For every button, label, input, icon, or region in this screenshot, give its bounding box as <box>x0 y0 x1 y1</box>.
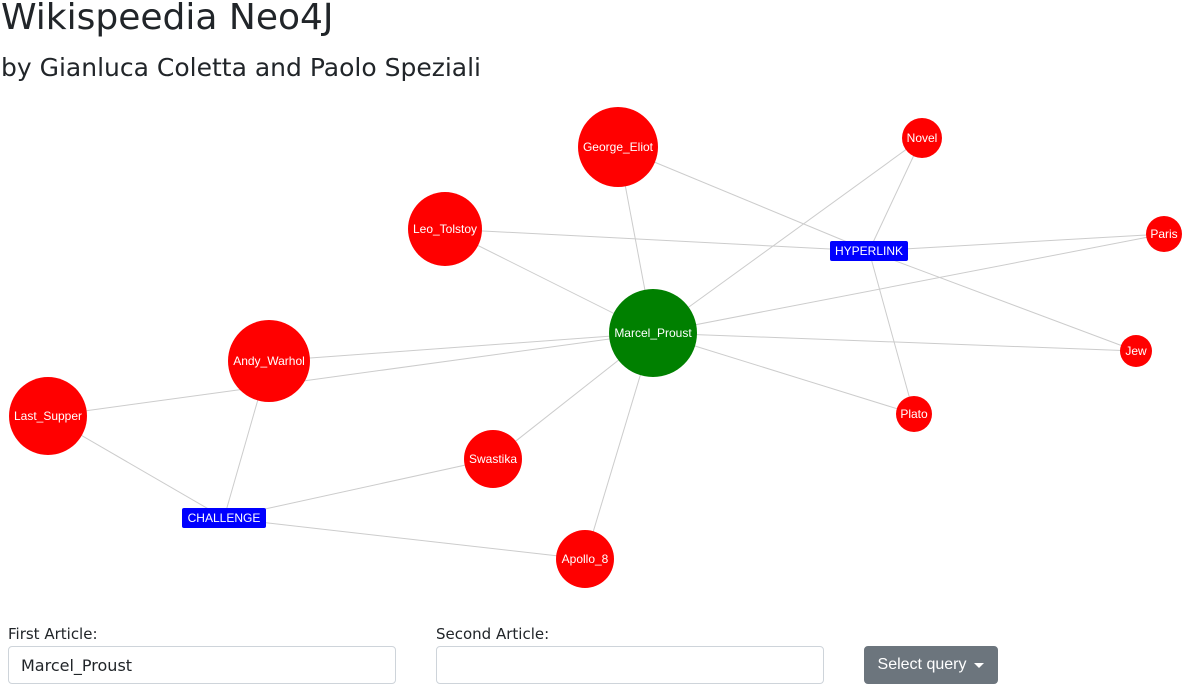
graph-node-label: HYPERLINK <box>835 244 903 258</box>
graph-node-label: Last_Supper <box>14 409 82 423</box>
graph-node-label: George_Eliot <box>583 140 654 154</box>
graph-node-george_eliot[interactable]: George_Eliot <box>578 107 658 187</box>
graph-node-jew[interactable]: Jew <box>1120 335 1152 367</box>
graph-node-label: Swastika <box>469 452 517 466</box>
second-article-label: Second Article: <box>436 625 550 643</box>
graph-edge-marcel_proust-jew <box>652 332 1137 352</box>
graph-node-label: Apollo_8 <box>562 552 609 566</box>
graph-edge-novel-marcel_proust <box>652 137 923 334</box>
graph-edge-george_eliot-hyperlink <box>617 146 870 252</box>
select-query-button[interactable]: Select query <box>864 646 998 684</box>
graph-node-label: Novel <box>907 131 938 145</box>
graph-node-plato[interactable]: Plato <box>896 396 932 432</box>
graph-edge-hyperlink-plato <box>868 250 915 415</box>
graph-node-label: CHALLENGE <box>188 511 261 525</box>
graph-node-label: Plato <box>900 407 928 421</box>
graph-node-novel[interactable]: Novel <box>902 118 942 158</box>
graph-node-label: Andy_Warhol <box>233 354 305 368</box>
graph-node-challenge[interactable]: CHALLENGE <box>182 508 266 528</box>
graph-edge-leo_tolstoy-hyperlink <box>444 228 870 252</box>
graph-node-hyperlink[interactable]: HYPERLINK <box>830 241 908 261</box>
graph-edge-marcel_proust-andy_warhol <box>268 332 654 362</box>
page: Wikispeedia Neo4J by Gianluca Coletta an… <box>0 0 1183 684</box>
graph-edge-apollo_8-challenge <box>223 517 586 560</box>
graph-edge-marcel_proust-last_supper <box>47 332 654 417</box>
graph-nodes: George_Eliot Novel Leo_Tolstoy Paris Marcel_… <box>9 107 1182 588</box>
graph-node-label: Jew <box>1125 344 1147 358</box>
graph-node-andy_warhol[interactable]: Andy_Warhol <box>228 320 310 402</box>
chevron-down-icon <box>974 662 985 668</box>
graph-edge-hyperlink-jew <box>868 250 1137 352</box>
graph-node-leo_tolstoy[interactable]: Leo_Tolstoy <box>408 192 482 266</box>
second-article-input[interactable] <box>436 646 824 684</box>
first-article-label: First Article: <box>8 625 98 643</box>
graph-node-swastika[interactable]: Swastika <box>464 430 522 488</box>
graph-node-label: Marcel_Proust <box>614 326 692 340</box>
graph-node-label: Leo_Tolstoy <box>413 222 477 236</box>
first-article-input[interactable] <box>8 646 396 684</box>
graph-node-marcel_proust[interactable]: Marcel_Proust <box>609 289 697 377</box>
graph-node-apollo_8[interactable]: Apollo_8 <box>556 530 614 588</box>
graph-canvas[interactable]: George_Eliot Novel Leo_Tolstoy Paris Marcel_… <box>0 95 1183 605</box>
graph-edges <box>47 137 1165 560</box>
graph-node-last_supper[interactable]: Last_Supper <box>9 377 87 455</box>
page-subtitle: by Gianluca Coletta and Paolo Speziali <box>1 53 481 82</box>
page-title: Wikispeedia Neo4J <box>1 0 334 38</box>
graph-node-label: Paris <box>1150 227 1177 241</box>
graph-node-paris[interactable]: Paris <box>1146 216 1182 252</box>
select-query-label: Select query <box>877 656 967 673</box>
